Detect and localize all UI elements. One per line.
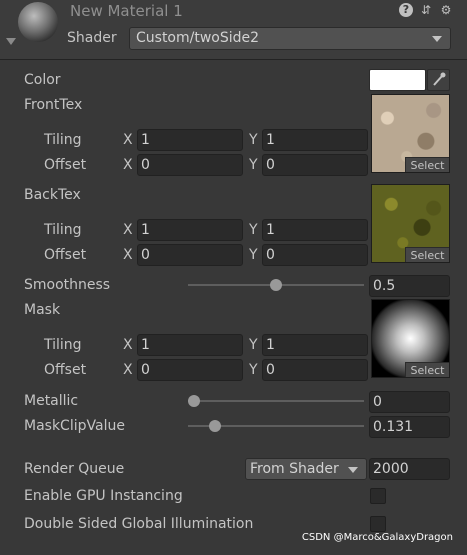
smoothness-label: Smoothness	[24, 277, 111, 293]
backtex-thumbnail[interactable]: Select	[371, 184, 450, 263]
maskclipvalue-value-field[interactable]: 0.131	[369, 416, 450, 438]
backtex-tiling-x-label: X	[123, 222, 133, 238]
mask-offset-label: Offset	[44, 362, 87, 378]
backtex-offset-label: Offset	[44, 247, 87, 263]
backtex-tiling-y-field[interactable]: 1	[262, 219, 368, 241]
settings-sliders-icon[interactable]: ⇵	[419, 3, 433, 17]
mask-offset-x-label: X	[123, 362, 133, 378]
backtex-tiling-y-label: Y	[249, 222, 258, 238]
chevron-down-icon	[348, 467, 358, 473]
metallic-slider-track[interactable]	[188, 400, 364, 402]
fold-arrow-icon[interactable]	[6, 38, 16, 45]
color-label: Color	[24, 72, 61, 88]
metallic-label: Metallic	[24, 393, 79, 409]
backtex-label: BackTex	[24, 187, 81, 203]
mask-tiling-label: Tiling	[44, 337, 82, 353]
backtex-offset-x-field[interactable]: 0	[137, 244, 243, 266]
mask-offset-y-field[interactable]: 0	[262, 359, 368, 381]
mask-offset-x-field[interactable]: 0	[137, 359, 243, 381]
mask-label: Mask	[24, 302, 61, 318]
fronttex-label: FrontTex	[24, 97, 83, 113]
backtex-offset-y-label: Y	[249, 247, 258, 263]
render-queue-mode: From Shader	[250, 461, 339, 477]
render-queue-label: Render Queue	[24, 461, 125, 477]
maskclipvalue-slider-thumb[interactable]	[209, 420, 222, 432]
fronttex-tiling-x-field[interactable]: 1	[137, 129, 243, 151]
fronttex-tiling-y-label: Y	[249, 132, 258, 148]
fronttex-tiling-x-label: X	[123, 132, 133, 148]
fronttex-offset-y-field[interactable]: 0	[262, 154, 368, 176]
fronttex-tiling-label: Tiling	[44, 132, 82, 148]
fronttex-select-button[interactable]: Select	[405, 157, 449, 172]
watermark: CSDN @Marco&GalaxyDragon	[301, 532, 453, 543]
material-preview-icon	[18, 2, 58, 42]
smoothness-value-field[interactable]: 0.5	[369, 275, 450, 297]
fronttex-offset-y-label: Y	[249, 157, 258, 173]
backtex-tiling-label: Tiling	[44, 222, 82, 238]
mask-tiling-y-label: Y	[249, 337, 258, 353]
eyedropper-icon	[433, 72, 446, 86]
gpu-instancing-label: Enable GPU Instancing	[24, 488, 183, 504]
color-swatch[interactable]	[369, 69, 426, 91]
chevron-down-icon	[432, 36, 442, 42]
eyedropper-button[interactable]	[427, 69, 450, 91]
backtex-offset-y-field[interactable]: 0	[262, 244, 368, 266]
shader-dropdown[interactable]: Custom/twoSide2	[129, 27, 451, 50]
metallic-slider-thumb[interactable]	[188, 395, 200, 407]
shader-value: Custom/twoSide2	[136, 30, 260, 46]
mask-offset-y-label: Y	[249, 362, 258, 378]
mask-select-button[interactable]: Select	[405, 362, 449, 377]
backtex-select-button[interactable]: Select	[405, 247, 449, 262]
fronttex-offset-label: Offset	[44, 157, 87, 173]
help-icon[interactable]: ?	[399, 3, 413, 17]
maskclipvalue-label: MaskClipValue	[24, 418, 125, 434]
fronttex-tiling-y-field[interactable]: 1	[262, 129, 368, 151]
gear-icon[interactable]: ⚙	[439, 3, 453, 17]
mask-tiling-x-label: X	[123, 337, 133, 353]
double-sided-gi-checkbox[interactable]	[370, 516, 386, 532]
mask-tiling-y-field[interactable]: 1	[262, 334, 368, 356]
fronttex-thumbnail[interactable]: Select	[371, 94, 450, 173]
metallic-value-field[interactable]: 0	[369, 391, 450, 413]
smoothness-slider-thumb[interactable]	[270, 279, 282, 291]
fronttex-offset-x-field[interactable]: 0	[137, 154, 243, 176]
render-queue-dropdown[interactable]: From Shader	[245, 458, 367, 480]
backtex-offset-x-label: X	[123, 247, 133, 263]
mask-thumbnail[interactable]: Select	[371, 299, 450, 378]
shader-label: Shader	[67, 30, 117, 46]
fronttex-offset-x-label: X	[123, 157, 133, 173]
backtex-tiling-x-field[interactable]: 1	[137, 219, 243, 241]
gpu-instancing-checkbox[interactable]	[370, 488, 386, 504]
material-title: New Material 1	[70, 2, 183, 20]
double-sided-gi-label: Double Sided Global Illumination	[24, 516, 254, 532]
render-queue-value-field[interactable]: 2000	[369, 458, 450, 480]
mask-tiling-x-field[interactable]: 1	[137, 334, 243, 356]
